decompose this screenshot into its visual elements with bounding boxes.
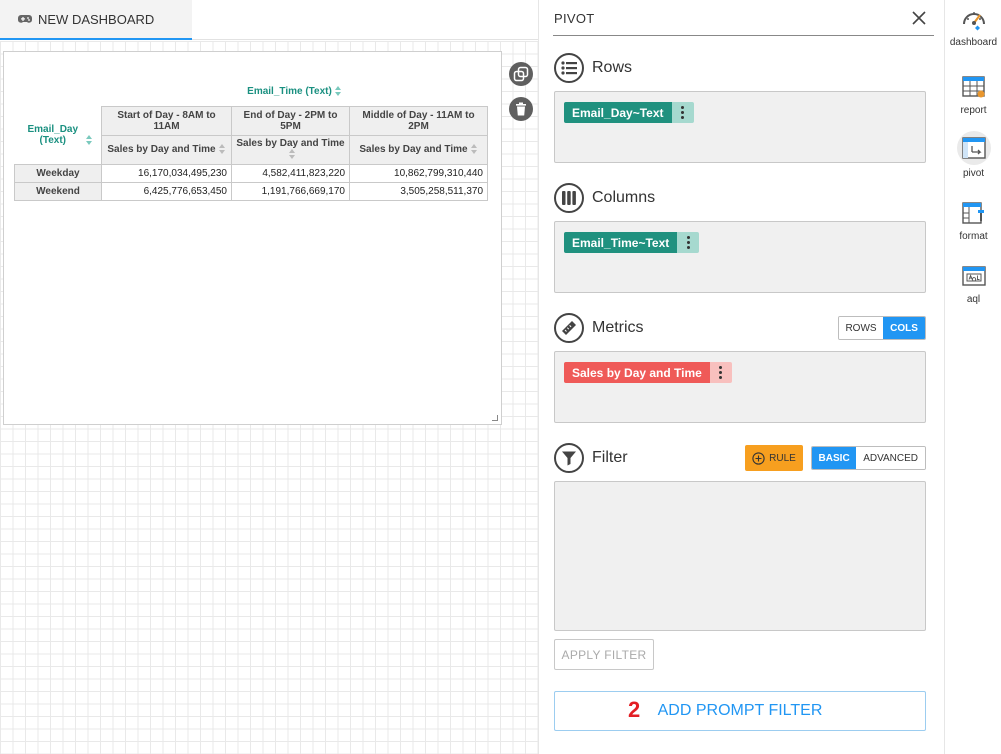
duplicate-widget-button[interactable] [509, 62, 533, 86]
rows-field-chip[interactable]: Email_Day~Text [564, 102, 694, 123]
table-cell: 10,862,799,310,440 [349, 163, 488, 183]
pivot-icon [956, 131, 991, 165]
table-cell: 1,191,766,669,170 [231, 181, 350, 201]
filter-section-title: Filter [592, 449, 628, 466]
rail-item-dashboard[interactable]: dashboard [945, 4, 1001, 48]
toggle-rows[interactable]: ROWS [839, 317, 883, 339]
rail-label: format [959, 231, 988, 242]
funnel-icon [554, 443, 584, 473]
columns-icon [554, 183, 584, 213]
kebab-menu-icon[interactable] [671, 102, 694, 123]
metrics-field-chip[interactable]: Sales by Day and Time [564, 362, 732, 383]
pivot-panel: PIVOT Rows Email_Day~Text Columns Email_… [539, 0, 944, 754]
aql-icon [959, 261, 989, 291]
columns-section-title: Columns [592, 189, 656, 206]
table-row: Weekend 6,425,776,653,450 1,191,766,669,… [14, 181, 488, 201]
row-label: Weekend [14, 181, 102, 201]
metrics-section-title: Metrics [592, 319, 644, 336]
list-icon [554, 53, 584, 83]
gauge-icon [959, 4, 989, 34]
column-header: End of Day - 2PM to 5PM [231, 105, 350, 136]
column-header: Start of Day - 8AM to 11AM [101, 105, 232, 136]
step-marker-2: 2 [628, 697, 641, 722]
chip-label: Sales by Day and Time [564, 362, 710, 383]
plus-circle-icon [752, 451, 765, 465]
kebab-menu-icon[interactable] [709, 362, 732, 383]
toggle-advanced[interactable]: ADVANCED [856, 447, 925, 469]
add-prompt-filter-button[interactable]: ADD PROMPT FILTER [554, 691, 926, 731]
resize-handle[interactable] [492, 415, 498, 421]
metrics-dropzone[interactable]: Sales by Day and Time [554, 351, 926, 423]
toggle-basic[interactable]: BASIC [812, 447, 857, 469]
rail-label: dashboard [949, 37, 998, 48]
right-rail: dashboard report pivot format aql [944, 0, 1001, 754]
report-grid-icon [959, 72, 989, 102]
copy-icon [513, 66, 529, 82]
rail-label: report [960, 105, 987, 116]
filter-dropzone[interactable] [554, 481, 926, 631]
toggle-cols[interactable]: COLS [882, 317, 925, 339]
rail-label: aql [966, 294, 981, 305]
pivot-widget[interactable]: Email_Time (Text) Email_Day (Text) Start… [3, 51, 502, 425]
add-rule-button[interactable]: RULE [745, 445, 803, 471]
rail-item-aql[interactable]: aql [945, 261, 1001, 305]
delete-widget-button[interactable] [509, 97, 533, 121]
sort-icon[interactable] [334, 86, 342, 97]
sort-icon[interactable] [288, 149, 296, 160]
tab-new-dashboard[interactable]: NEW DASHBOARD [0, 0, 192, 40]
sort-icon[interactable] [218, 143, 226, 155]
row-dimension-header[interactable]: Email_Day (Text) [15, 106, 102, 164]
gamepad-icon [18, 15, 32, 23]
dashboard-tabbar: NEW DASHBOARD [0, 0, 538, 40]
rail-label: pivot [962, 168, 985, 179]
metrics-orientation-toggle: ROWS COLS [838, 316, 926, 340]
metric-header[interactable]: Sales by Day and Time [231, 134, 350, 165]
rows-section-title: Rows [592, 59, 633, 76]
rule-label: RULE [769, 452, 796, 464]
kebab-menu-icon[interactable] [677, 232, 700, 253]
trash-icon [516, 102, 526, 116]
panel-divider [553, 35, 934, 36]
column-header: Middle of Day - 11AM to 2PM [349, 105, 488, 136]
table-row: Weekday 16,170,034,495,230 4,582,411,823… [14, 163, 488, 183]
table-cell: 6,425,776,653,450 [101, 181, 232, 201]
table-cell: 16,170,034,495,230 [101, 163, 232, 183]
sort-icon[interactable] [470, 143, 478, 155]
metric-header[interactable]: Sales by Day and Time [349, 134, 488, 165]
pivot-table: Email_Time (Text) Email_Day (Text) Start… [14, 78, 488, 201]
rail-item-format[interactable]: format [945, 198, 1001, 242]
chip-label: Email_Day~Text [564, 102, 672, 123]
rows-dropzone[interactable]: Email_Day~Text [554, 91, 926, 163]
rail-item-report[interactable]: report [945, 72, 1001, 116]
columns-field-chip[interactable]: Email_Time~Text [564, 232, 700, 253]
table-cell: 3,505,258,511,370 [349, 181, 488, 201]
metric-header[interactable]: Sales by Day and Time [101, 134, 232, 165]
filter-mode-toggle: BASIC ADVANCED [811, 446, 926, 470]
format-icon [959, 198, 989, 228]
columns-dropzone[interactable]: Email_Time~Text [554, 221, 926, 293]
column-dimension-header[interactable]: Email_Time (Text) [102, 78, 488, 106]
apply-filter-button[interactable]: APPLY FILTER [554, 639, 654, 670]
close-icon[interactable] [911, 10, 927, 26]
table-cell: 4,582,411,823,220 [231, 163, 350, 183]
row-label: Weekday [14, 163, 102, 183]
tab-label: NEW DASHBOARD [38, 11, 155, 27]
chip-label: Email_Time~Text [564, 232, 678, 253]
panel-title: PIVOT [554, 11, 595, 26]
sort-icon[interactable] [85, 134, 93, 146]
rail-item-pivot[interactable]: pivot [945, 131, 1001, 179]
ruler-icon [554, 313, 584, 343]
